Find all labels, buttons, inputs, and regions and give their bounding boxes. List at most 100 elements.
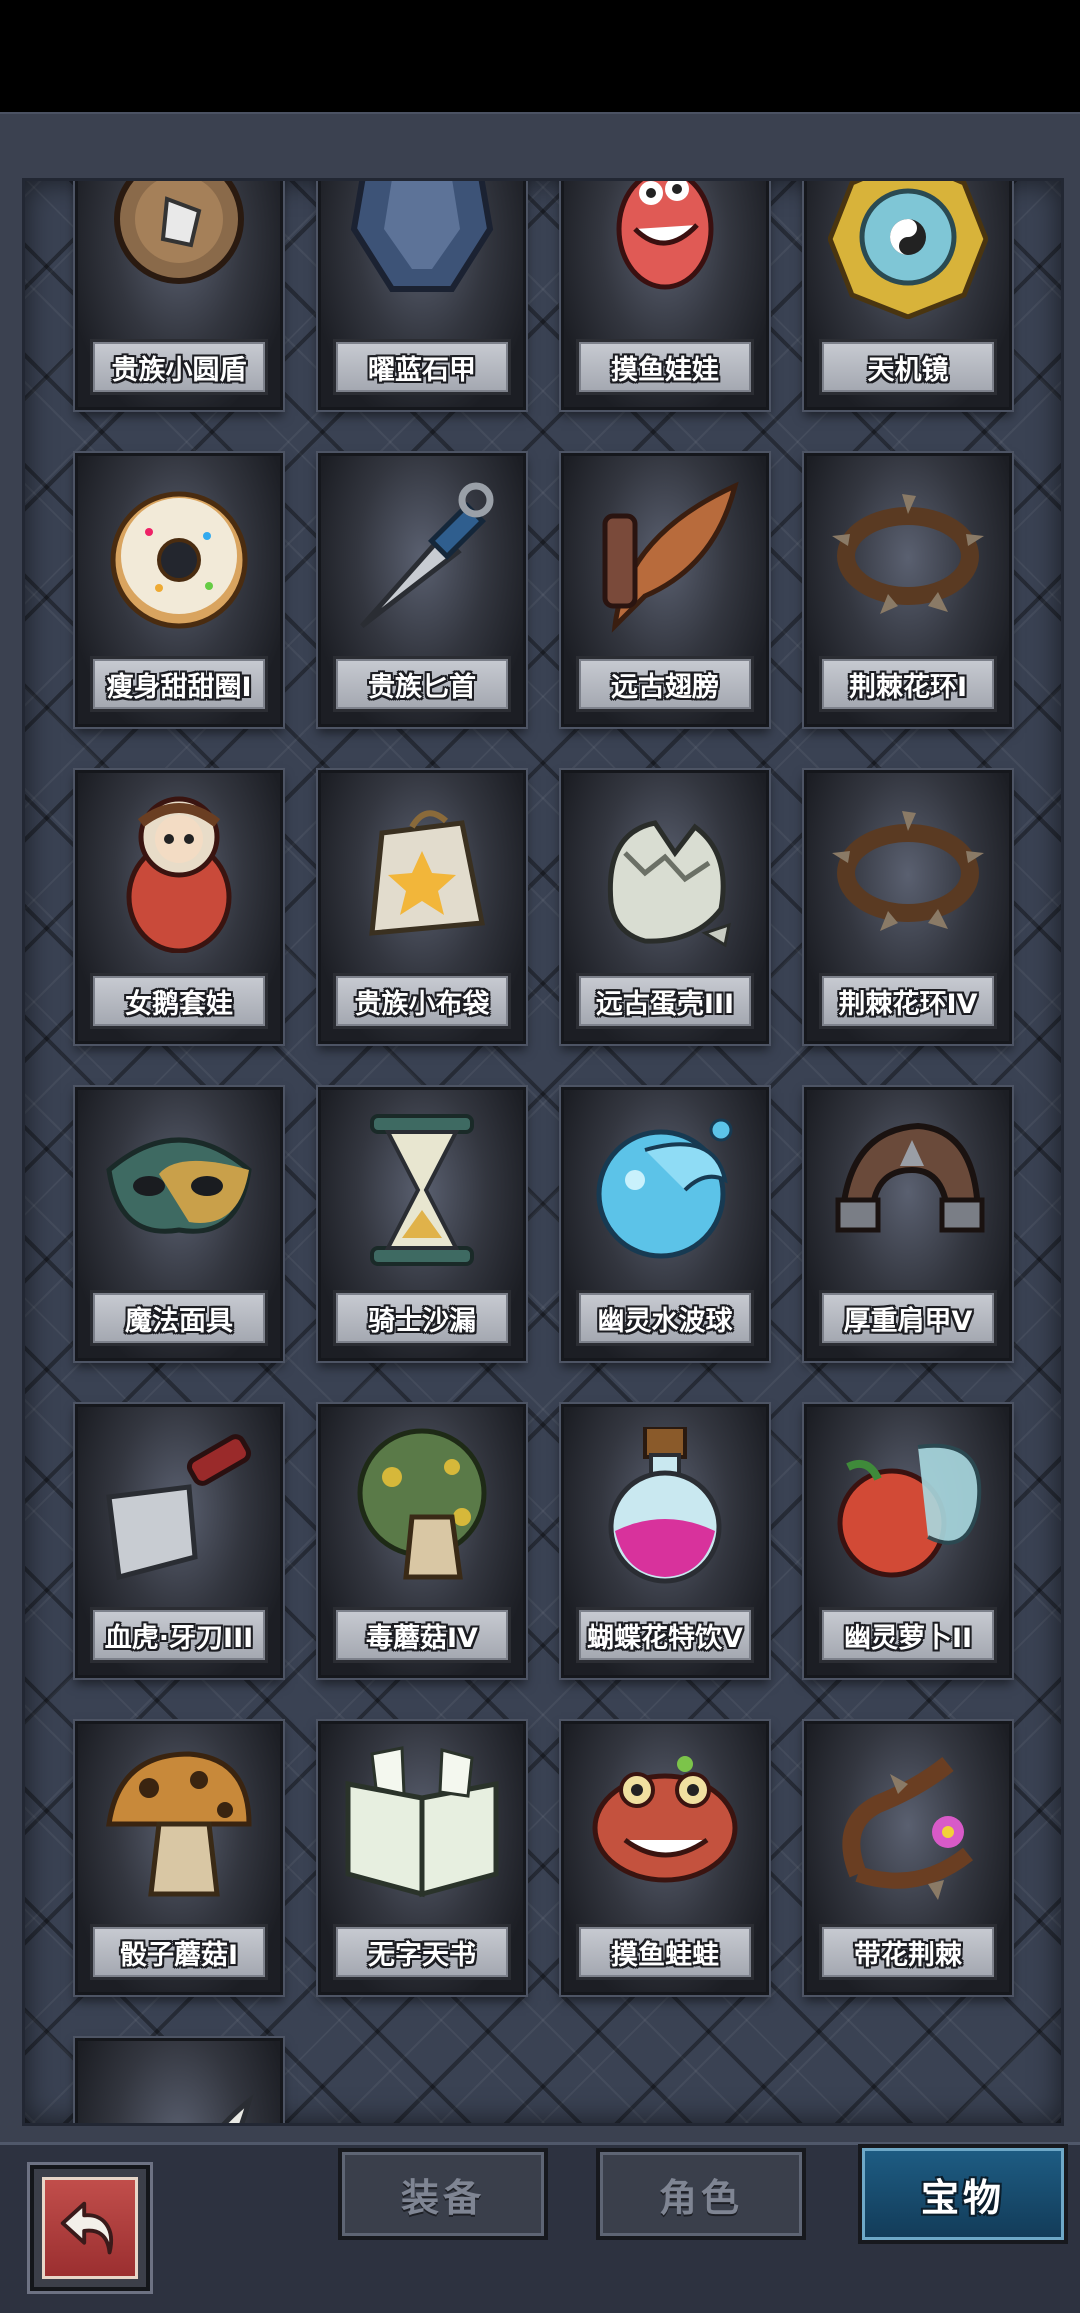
treasure-card[interactable]: 无字天书: [318, 1721, 526, 1995]
blue-armor-icon: [350, 181, 494, 292]
treasure-card[interactable]: 骑士沙漏: [318, 1087, 526, 1361]
treasure-card[interactable]: 瘦身甜甜圈I: [75, 453, 283, 727]
card-label-plate: 天机镜: [819, 339, 997, 395]
card-label-plate: 女鹅套娃: [90, 973, 268, 1029]
card-label-plate: 贵族小布袋: [333, 973, 511, 1029]
treasure-name: 女鹅套娃: [125, 988, 233, 1020]
thorn-wreath-icon: [832, 811, 984, 931]
treasure-name: 带花荆棘: [854, 1939, 962, 1971]
tab-equipment-label: 装备: [400, 2175, 485, 2220]
treasure-name: 无字天书: [368, 1939, 476, 1971]
eggshell-icon: [607, 820, 731, 948]
back-button-face: [42, 2177, 138, 2279]
treasure-name: 曜蓝石甲: [368, 354, 476, 386]
treasure-card[interactable]: 贵族小布袋: [318, 770, 526, 1044]
cleaver-icon: [106, 1434, 252, 1581]
treasure-card[interactable]: 贵族匕首: [318, 453, 526, 727]
treasure-name: 贵族匕首: [368, 671, 476, 703]
treasure-card[interactable]: 蝴蝶花特饮V: [561, 1404, 769, 1678]
card-label-plate: 贵族小圆盾: [90, 339, 268, 395]
tab-equipment[interactable]: 装备: [338, 2148, 548, 2240]
treasure-name: 远古翅膀: [611, 671, 719, 703]
treasure-name: 摸鱼蛙蛙: [611, 1939, 719, 1971]
fish-frog-icon: [592, 1756, 738, 1883]
treasure-card[interactable]: 荆棘花环I: [804, 453, 1012, 727]
tab-treasure-label: 宝物: [920, 2175, 1005, 2220]
treasure-name: 骑士沙漏: [368, 1305, 476, 1337]
treasure-name: 荆棘花环I: [848, 671, 968, 703]
tab-treasure[interactable]: 宝物: [858, 2144, 1068, 2244]
tab-character[interactable]: 角色: [596, 2148, 806, 2240]
back-button[interactable]: [30, 2165, 150, 2291]
card-label-plate: 曜蓝石甲: [333, 339, 511, 395]
card-label-plate: 厚重肩甲V: [819, 1290, 997, 1346]
treasure-name: 贵族小布袋: [354, 988, 490, 1020]
treasure-card[interactable]: 摸鱼娃娃: [561, 181, 769, 410]
treasure-card[interactable]: 女鹅套娃: [75, 770, 283, 1044]
treasure-name: 远古蛋壳III: [595, 988, 735, 1020]
treasure-name: 幽灵水波球: [597, 1305, 733, 1337]
card-label-plate: 远古蛋壳III: [576, 973, 754, 1029]
ghost-radish-icon: [837, 1443, 982, 1578]
treasure-card[interactable]: 荆棘花环IV: [804, 770, 1012, 1044]
card-label-plate: 魔法面具: [90, 1290, 268, 1346]
blank-book-icon: [345, 1746, 499, 1898]
cloth-bag-icon: [369, 810, 485, 936]
card-label-plate: 血虎·牙刀III: [90, 1607, 268, 1663]
ancient-wing-icon: [602, 481, 739, 633]
treasure-card[interactable]: 骰子蘑菇I: [75, 1721, 283, 1995]
treasure-card[interactable]: 魔法面具: [75, 1087, 283, 1361]
treasure-card[interactable]: [75, 2038, 283, 2123]
bagua-mirror-icon: [828, 181, 988, 319]
treasure-card[interactable]: 远古蛋壳III: [561, 770, 769, 1044]
treasure-card[interactable]: 幽灵水波球: [561, 1087, 769, 1361]
card-label-plate: 幽灵水波球: [576, 1290, 754, 1346]
card-label-plate: 贵族匕首: [333, 656, 511, 712]
thorn-wreath-icon: [832, 494, 984, 614]
fish-doll-icon: [616, 181, 714, 290]
card-label-plate: 瘦身甜甜圈I: [90, 656, 268, 712]
treasure-card[interactable]: 天机镜: [804, 181, 1012, 410]
treasure-name: 魔法面具: [125, 1305, 233, 1337]
potion-icon: [608, 1427, 722, 1584]
card-label-plate: 骑士沙漏: [333, 1290, 511, 1346]
card-label-plate: 远古翅膀: [576, 656, 754, 712]
treasure-name: 瘦身甜甜圈I: [106, 671, 252, 703]
flower-thorn-icon: [842, 1756, 973, 1900]
horn-icon: [221, 2094, 254, 2123]
treasure-name: 幽灵萝卜II: [843, 1622, 973, 1654]
poison-mushroom-icon: [357, 1428, 487, 1580]
card-label-plate: 摸鱼娃娃: [576, 339, 754, 395]
hourglass-icon: [370, 1114, 474, 1266]
shoulder-armor-icon: [835, 1122, 985, 1233]
treasure-card[interactable]: 摸鱼蛙蛙: [561, 1721, 769, 1995]
treasure-card[interactable]: 带花荆棘: [804, 1721, 1012, 1995]
treasure-name: 骰子蘑菇I: [119, 1939, 239, 1971]
treasure-card[interactable]: 曜蓝石甲: [318, 181, 526, 410]
treasure-card[interactable]: 幽灵萝卜II: [804, 1404, 1012, 1678]
treasure-name: 荆棘花环IV: [838, 988, 978, 1020]
treasure-name: 血虎·牙刀III: [104, 1622, 254, 1654]
card-label-plate: 骰子蘑菇I: [90, 1924, 268, 1980]
card-label-plate: 蝴蝶花特饮V: [576, 1607, 754, 1663]
treasure-card[interactable]: 血虎·牙刀III: [75, 1404, 283, 1678]
tab-character-label: 角色: [658, 2175, 743, 2220]
treasure-card[interactable]: 远古翅膀: [561, 453, 769, 727]
treasure-name: 蝴蝶花特饮V: [587, 1622, 743, 1654]
card-label-plate: 幽灵萝卜II: [819, 1607, 997, 1663]
treasure-card[interactable]: 毒蘑菇IV: [318, 1404, 526, 1678]
card-label-plate: 荆棘花环IV: [819, 973, 997, 1029]
donut-icon: [110, 491, 248, 629]
treasure-name: 厚重肩甲V: [843, 1305, 973, 1337]
dagger-icon: [360, 482, 494, 628]
round-shield-icon: [114, 181, 244, 284]
status-bar-area: [0, 0, 1080, 112]
magic-mask-icon: [106, 1137, 252, 1234]
treasure-name: 天机镜: [867, 354, 949, 386]
treasure-name: 毒蘑菇IV: [366, 1622, 478, 1654]
treasure-card[interactable]: 贵族小圆盾: [75, 181, 283, 410]
treasure-grid[interactable]: 贵族小圆盾 曜蓝石甲 摸鱼娃娃 天机镜瘦身甜甜圈I 贵族匕首 远古翅膀 荆棘花环I 女鹅套娃 贵…: [22, 178, 1064, 2126]
treasure-card[interactable]: 厚重肩甲V: [804, 1087, 1012, 1361]
nesting-doll-icon: [126, 796, 232, 953]
card-label-plate: 荆棘花环I: [819, 656, 997, 712]
